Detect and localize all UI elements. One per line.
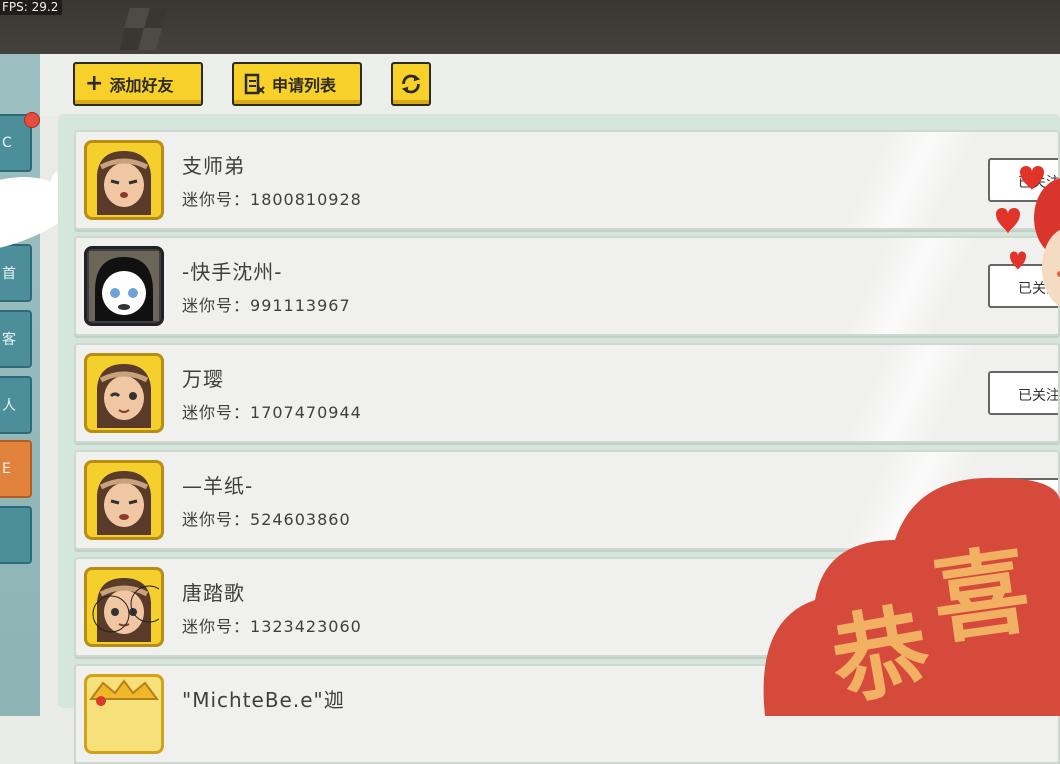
friend-row[interactable]: -快手沈州- 迷你号：991113967 已关注	[74, 236, 1060, 336]
character-face-icon	[97, 471, 151, 535]
add-friend-button[interactable]: + 添加好友	[73, 62, 203, 106]
avatar[interactable]	[84, 246, 164, 326]
character-face-icon	[92, 578, 159, 642]
panda-face-icon	[89, 251, 159, 321]
top-bar: FPS: 29.2	[0, 0, 1060, 54]
list-icon	[244, 73, 265, 95]
avatar[interactable]	[84, 140, 164, 220]
friend-id: 迷你号：1707470944	[182, 403, 362, 422]
friend-id: 迷你号：991113967	[182, 296, 351, 315]
friend-name: -快手沈州-	[182, 260, 283, 284]
refresh-button[interactable]	[391, 62, 431, 106]
follow-status-button[interactable]: 已关注	[988, 371, 1058, 415]
friend-name: 唐踏歌	[182, 581, 245, 605]
sidebar-tab-3[interactable]: 客	[0, 310, 32, 368]
notification-dot	[24, 112, 40, 128]
avatar[interactable]	[84, 460, 164, 540]
congrats-text-1: 恭	[823, 592, 939, 716]
character-face-icon	[97, 364, 151, 428]
character-face-icon	[97, 151, 151, 215]
plus-icon: +	[85, 71, 104, 96]
sidebar-tab-2[interactable]: 首	[0, 244, 32, 302]
fps-counter: FPS: 29.2	[0, 0, 63, 15]
friend-row[interactable]: 支师弟 迷你号：1800810928 已关注	[74, 130, 1060, 230]
request-list-button[interactable]: 申请列表	[232, 62, 362, 106]
avatar[interactable]	[84, 567, 164, 647]
friend-row[interactable]: 万璎 迷你号：1707470944 已关注	[74, 343, 1060, 443]
sidebar-tab-6[interactable]	[0, 506, 32, 564]
sidebar-tab-friends[interactable]: E	[0, 440, 32, 498]
avatar[interactable]	[84, 674, 164, 754]
friend-id: 迷你号：1800810928	[182, 190, 362, 209]
avatar[interactable]	[84, 353, 164, 433]
crown-frame-icon	[89, 679, 159, 706]
friend-id: 迷你号：1323423060	[182, 617, 362, 636]
checker-flag-icon	[120, 8, 168, 50]
friend-name: "MichteBe.e"迦	[182, 688, 345, 712]
friend-name: 万璎	[182, 367, 224, 391]
refresh-icon	[401, 74, 421, 94]
congrats-cloud: 恭 喜	[763, 477, 1060, 716]
sidebar-tab-4[interactable]: 人	[0, 376, 32, 434]
mascot-icon	[1034, 178, 1060, 307]
friend-name: —羊纸-	[182, 474, 254, 498]
congrats-text-2: 喜	[926, 534, 1037, 658]
friend-name: 支师弟	[182, 154, 245, 178]
friend-id: 迷你号：524603860	[182, 510, 351, 529]
